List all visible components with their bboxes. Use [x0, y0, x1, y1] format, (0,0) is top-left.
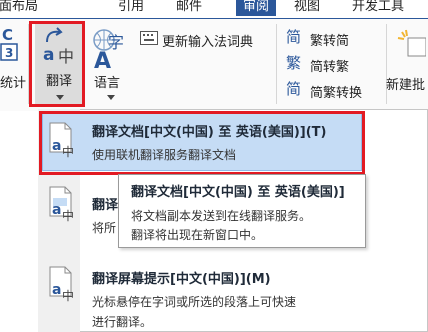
tab-developer[interactable]: 开发工具 [352, 0, 404, 16]
tooltip-title: 翻译文档[中文(中国) 至 英语(美国)] [131, 185, 345, 200]
trad-to-simp-button[interactable]: 简 繁转简 [284, 26, 384, 49]
tab-references[interactable]: 引用 [118, 0, 144, 16]
simp-to-trad-label: 简转繁 [310, 60, 350, 75]
translate-screentip-icon: a 中 [49, 266, 74, 302]
language-button[interactable]: 字 A 语言 [88, 24, 134, 104]
translate-document-tooltip: 翻译文档[中文(中国) 至 英语(美国)] 将文档副本发送到在线翻译服务。 翻译… [118, 174, 366, 248]
convert-icon: 简 [286, 80, 302, 98]
chinese-conversion-label: 简繁转换 [310, 86, 363, 101]
update-ime-label: 更新输入法词典 [162, 35, 254, 50]
menu-item-translate-screentip-desc-2: 进行翻译。 [92, 315, 153, 329]
keyboard-icon [140, 31, 158, 45]
menu-item-translate-selection-desc: 将所 [92, 221, 117, 235]
new-comment-label: 新建批 [386, 78, 426, 93]
chinese-conversion-button[interactable]: 简 简繁转换 [284, 78, 388, 101]
language-icon: 字 A [93, 29, 124, 68]
svg-text:A: A [94, 49, 111, 68]
tab-page-layout-partial[interactable]: 页面布局 [0, 0, 38, 16]
highlight-frame [39, 111, 365, 175]
word-count-icon[interactable]: C 3 [0, 24, 22, 64]
ribbon-tab-strip: 页面布局 引用 邮件 审阅 视图 开发工具 [0, 0, 428, 19]
tab-review[interactable]: 审阅 [236, 0, 277, 16]
chevron-down-icon [107, 95, 115, 100]
menu-item-translate-screentip-title: 翻译屏幕提示[中文(中国)](M) [92, 272, 271, 287]
svg-text:3: 3 [5, 46, 13, 60]
word-count-label: 统计 [0, 76, 27, 91]
update-ime-dictionary-button[interactable]: 更新输入法词典 [138, 28, 270, 50]
new-comment-icon [397, 29, 426, 57]
svg-text:a: a [52, 282, 61, 298]
new-comment-button[interactable]: 新建批 [386, 24, 428, 96]
trad-to-simp-label: 繁转简 [310, 34, 350, 49]
tooltip-line-2: 翻译将出现在新窗口中。 [131, 228, 264, 242]
tab-label: 页面布局 [0, 0, 39, 14]
simp-to-trad-button[interactable]: 繁 简转繁 [284, 52, 384, 75]
highlight-frame [29, 21, 85, 107]
menu-item-translate-selection-title: 翻译 [92, 198, 119, 213]
trad-simp-icon: 简 [286, 28, 302, 46]
tooltip-line-1: 将文档副本发送到在线翻译服务。 [131, 209, 312, 223]
language-label: 语言 [94, 76, 121, 91]
menu-item-translate-screentip-desc-1: 光标悬停在字词或所选的段落上可快速 [92, 295, 297, 309]
svg-text:中: 中 [62, 288, 74, 302]
svg-text:C: C [2, 26, 13, 44]
tab-mailings[interactable]: 邮件 [176, 0, 202, 16]
svg-text:a: a [52, 202, 61, 218]
group-divider [276, 24, 277, 104]
simp-trad-icon: 繁 [286, 54, 302, 72]
tab-view[interactable]: 视图 [294, 0, 320, 16]
svg-text:中: 中 [62, 208, 74, 222]
translate-selection-icon: a 中 [49, 186, 74, 222]
